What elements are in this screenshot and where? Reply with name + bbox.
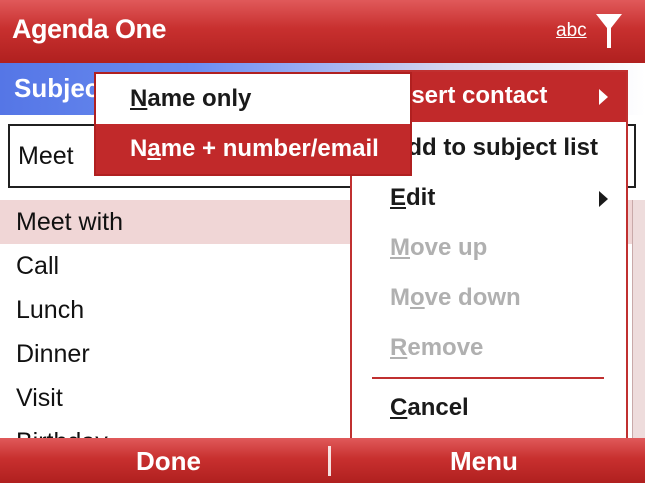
menu-item-move-up: Move up: [390, 234, 488, 261]
menu-item-add-to-subject-list[interactable]: Add to subject list: [390, 134, 598, 162]
insert-contact-submenu: Name only Name + number/email: [94, 72, 412, 176]
submenu-arrow-icon: [599, 89, 608, 105]
title-bar: Agenda One abc: [0, 0, 645, 63]
submenu-arrow-icon: [599, 191, 608, 207]
softkey-divider: [328, 446, 331, 476]
submenu-item-name-number-email[interactable]: Name + number/email: [96, 124, 410, 174]
menu-softkey[interactable]: Menu: [450, 446, 518, 477]
submenu-item-name-only[interactable]: Name only: [96, 74, 410, 124]
list-scrollbar[interactable]: [632, 200, 645, 438]
app-title: Agenda One: [12, 14, 167, 44]
menu-item-remove: Remove: [390, 334, 484, 361]
menu-item-cancel[interactable]: Cancel: [390, 394, 469, 422]
menu-item-edit[interactable]: Edit: [390, 184, 435, 212]
signal-icon: [596, 14, 622, 48]
softkey-bar: Done Menu: [0, 438, 645, 483]
done-softkey[interactable]: Done: [136, 446, 201, 477]
menu-item-move-down: Move down: [390, 284, 521, 311]
subject-input-value: Meet: [18, 142, 74, 170]
input-mode-indicator[interactable]: abc: [556, 20, 587, 42]
menu-separator: [372, 377, 604, 379]
